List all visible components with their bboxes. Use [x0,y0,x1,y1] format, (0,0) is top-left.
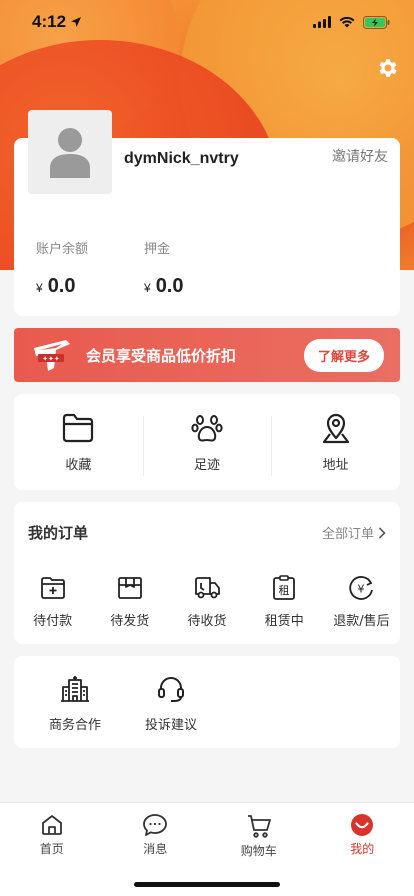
rent-icon-glyph: 租 [279,584,290,597]
order-item-label: 待付款 [33,614,73,629]
quick-item-footprints[interactable]: 足迹 [142,410,272,476]
quick-item-favorites[interactable]: 收藏 [14,410,143,474]
headset-icon [158,677,184,702]
orders-card: 我的订单 全部订单 待付款 待发货 待收货 租 租赁中 ¥ 退款/售后 [14,502,400,644]
tab-home[interactable]: 首页 [0,803,104,896]
order-renting[interactable]: 租 租赁中 [246,574,323,629]
building-icon [61,676,89,702]
profile-icon [351,814,374,836]
message-icon [143,814,168,836]
service-business-cooperation[interactable]: 商务合作 [30,656,120,748]
quick-actions: 收藏 足迹 地址 [14,394,400,490]
balance-label: 账户余额 [36,242,89,257]
svg-text:✦✦✦: ✦✦✦ [42,355,60,363]
rent-icon: 租 [273,575,296,600]
all-orders-label: 全部订单 [321,527,374,542]
refund-icon: ¥ [349,576,374,600]
home-icon [41,815,62,835]
tab-profile[interactable]: 我的 [311,803,414,896]
settings-gear-icon[interactable] [376,56,400,80]
deposit-amount: 0.0 [155,275,184,297]
service-complaints-suggestions[interactable]: 投诉建议 [126,656,216,748]
battery-icon [363,15,390,29]
location-arrow-icon [71,17,82,27]
order-refund[interactable]: ¥ 退款/售后 [323,574,400,629]
wallet-icon [40,577,65,599]
tab-label: 首页 [39,842,64,856]
chevron-right-icon [378,526,386,539]
order-item-label: 租赁中 [264,614,304,629]
quick-item-label: 足迹 [194,457,221,473]
deposit-value: ¥0.0 [144,275,184,298]
service-item-label: 投诉建议 [144,718,197,733]
signal-icon [313,16,331,28]
refund-icon-glyph: ¥ [358,583,365,596]
avatar[interactable] [28,110,112,194]
order-item-label: 待发货 [110,614,150,629]
deposit-currency: ¥ [144,281,151,295]
balance-value: ¥0.0 [36,275,88,298]
user-placeholder-icon [50,128,90,178]
deposit[interactable]: 押金 ¥0.0 [144,238,184,298]
location-icon [322,413,349,443]
balance-currency: ¥ [36,281,43,295]
username: dymNick_nvtry [124,150,239,167]
truck-icon [195,577,220,599]
orders-title: 我的订单 [28,524,89,542]
home-indicator [134,882,280,887]
member-banner-text: 会员享受商品低价折扣 [86,346,237,365]
quick-item-address[interactable]: 地址 [271,410,400,476]
paw-icon [191,414,223,441]
invite-friends-link[interactable]: 邀请好友 [332,146,388,166]
wifi-icon [339,16,355,28]
balance-amount: 0.0 [47,275,76,297]
quick-item-label: 收藏 [65,457,92,473]
member-banner[interactable]: ✦✦✦ 会员享受商品低价折扣 了解更多 [14,328,400,382]
quick-item-label: 地址 [322,457,349,473]
order-item-label: 待收货 [187,614,227,629]
tab-label: 购物车 [240,844,277,858]
tab-label: 我的 [350,842,375,856]
all-orders-link[interactable]: 全部订单 [322,523,386,542]
cart-icon [247,815,271,838]
deposit-label: 押金 [144,242,171,257]
status-bar: 4:12 [0,0,414,44]
learn-more-button[interactable]: 了解更多 [303,338,384,372]
brand-logo-icon: ✦✦✦ [34,340,70,371]
folder-icon [63,413,94,442]
services-card: 商务合作 投诉建议 [14,656,400,748]
order-item-label: 退款/售后 [333,614,390,629]
package-icon [117,577,142,599]
status-time: 4:12 [32,12,82,32]
order-pending-shipment[interactable]: 待发货 [91,574,168,629]
status-time-text: 4:12 [32,12,67,31]
tab-label: 消息 [143,842,168,856]
service-item-label: 商务合作 [48,718,101,733]
order-pending-receipt[interactable]: 待收货 [168,574,245,629]
order-pending-payment[interactable]: 待付款 [14,574,91,629]
account-balance[interactable]: 账户余额 ¥0.0 [36,238,88,298]
